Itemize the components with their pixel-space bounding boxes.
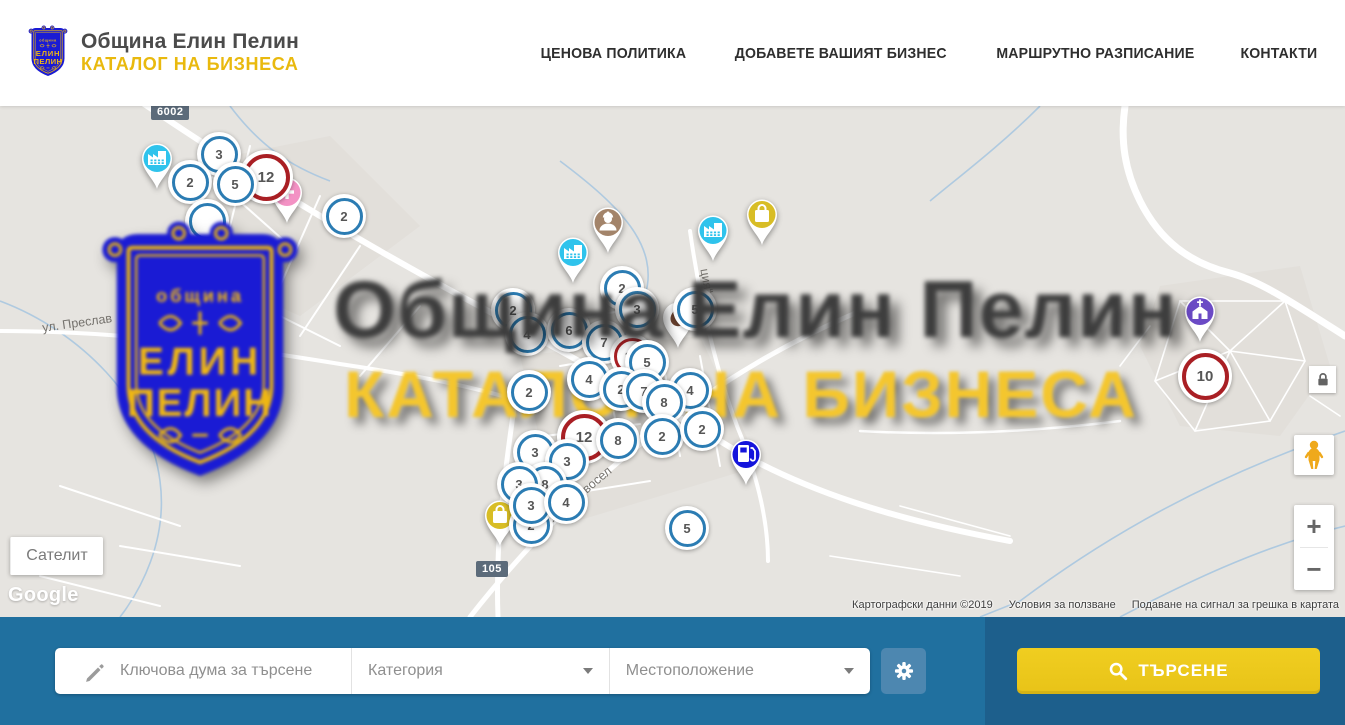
nav-contacts[interactable]: КОНТАКТИ	[1241, 45, 1318, 62]
pencil-icon	[83, 660, 105, 682]
zoom-control: + −	[1294, 505, 1334, 590]
search-button[interactable]: ТЪРСЕНЕ	[1017, 648, 1320, 694]
location-select[interactable]: Местоположение	[609, 648, 870, 694]
category-select[interactable]: Категория	[351, 648, 609, 694]
satellite-view-button[interactable]: Сателит	[10, 537, 103, 575]
search-button-label: ТЪРСЕНЕ	[1138, 661, 1228, 681]
nav-pricing-policy[interactable]: ЦЕНОВА ПОЛИТИКА	[541, 45, 687, 62]
chevron-down-icon	[844, 668, 854, 674]
zoom-out-button[interactable]: −	[1294, 548, 1334, 590]
keyword-field-wrap	[55, 648, 351, 694]
padlock-icon	[1313, 370, 1333, 390]
site-subtitle: КАТАЛОГ НА БИЗНЕСА	[81, 54, 299, 75]
map-pin-fuel[interactable]	[723, 431, 769, 487]
street-view-pegman-button[interactable]	[1294, 435, 1334, 475]
attribution-copyright: Картографски данни ©2019	[852, 599, 993, 611]
report-error-link[interactable]: Подаване на сигнал за грешка в картата	[1132, 599, 1339, 611]
emblem-top-text: община	[39, 38, 57, 42]
map-attribution: Картографски данни ©2019 Условия за полз…	[852, 599, 1339, 611]
terms-link[interactable]: Условия за ползване	[1009, 599, 1116, 611]
search-form: Категория Местоположение	[55, 648, 870, 694]
map-cluster-marker[interactable]: 8	[596, 418, 640, 462]
map-cluster-marker[interactable]: 2	[507, 370, 551, 414]
municipality-emblem-icon: община ЕЛИН ПЕЛИН	[25, 24, 71, 80]
nav-add-business[interactable]: ДОБАВЕТЕ ВАШИЯТ БИЗНЕС	[735, 45, 947, 62]
pegman-icon	[1301, 440, 1327, 470]
main-nav: ЦЕНОВА ПОЛИТИКА ДОБАВЕТЕ ВАШИЯТ БИЗНЕС М…	[536, 0, 1320, 106]
category-select-value: Категория	[368, 662, 443, 680]
lock-button[interactable]	[1309, 366, 1336, 393]
emblem-line1-text: ЕЛИН	[36, 49, 61, 58]
map-cluster-marker[interactable]: 2	[640, 414, 684, 458]
site-logo[interactable]: община ЕЛИН ПЕЛИН Община Елин Пелин КАТА…	[25, 24, 299, 80]
map-cluster-marker[interactable]: 4	[544, 480, 588, 524]
site-title: Община Елин Пелин	[81, 30, 299, 54]
keyword-input[interactable]	[118, 661, 351, 681]
map-cluster-marker[interactable]: 10	[1178, 349, 1232, 403]
nav-route-schedule[interactable]: МАРШРУТНО РАЗПИСАНИЕ	[997, 45, 1195, 62]
search-bar: Категория Местоположение ТЪРСЕНЕ	[0, 617, 1345, 725]
google-map[interactable]: 6002 105 ул. Преслав бул. „Новосел ция“ …	[0, 106, 1345, 617]
map-type-control: Карта Сателит	[10, 537, 103, 575]
map-markers-layer-front: 5422748128223383234510	[0, 106, 1345, 617]
chevron-down-icon	[583, 668, 593, 674]
site-header: община ЕЛИН ПЕЛИН Община Елин Пелин КАТА…	[0, 0, 1345, 106]
map-cluster-marker[interactable]: 5	[665, 506, 709, 550]
gear-icon	[891, 658, 917, 684]
map-cluster-marker[interactable]: 2	[680, 407, 724, 451]
zoom-in-button[interactable]: +	[1294, 505, 1334, 547]
search-icon	[1108, 661, 1128, 681]
google-logo[interactable]: Google	[8, 584, 79, 607]
location-select-value: Местоположение	[626, 662, 754, 680]
advanced-settings-button[interactable]	[881, 648, 926, 694]
emblem-line2-text: ПЕЛИН	[34, 57, 63, 66]
